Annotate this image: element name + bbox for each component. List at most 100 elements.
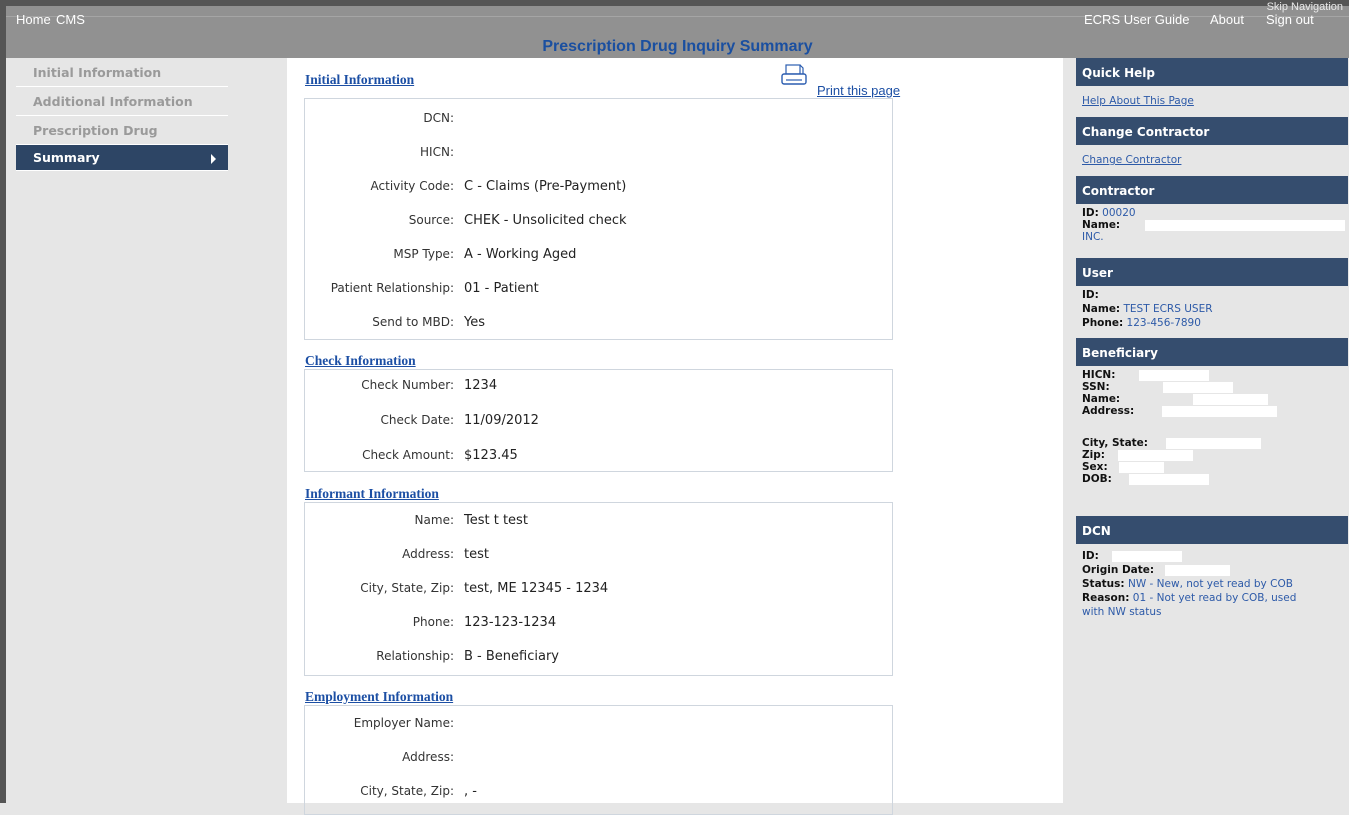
- field-value: Test t test: [464, 513, 528, 528]
- redacted-value: [1166, 437, 1262, 449]
- field-label: City, State, Zip:: [360, 581, 454, 595]
- page-title: Prescription Drug Inquiry Summary: [542, 38, 813, 55]
- beneficiary-hicn-label: HICN:: [1082, 369, 1116, 381]
- field-value: CHEK - Unsolicited check: [464, 213, 627, 228]
- cms-link[interactable]: CMS: [56, 12, 85, 27]
- field-label: Source:: [408, 213, 454, 227]
- section-title-initial-information[interactable]: Initial Information: [305, 72, 414, 88]
- contractor-id-label: ID:: [1082, 207, 1099, 219]
- beneficiary-dob-label: DOB:: [1082, 473, 1112, 485]
- field-value: 01 - Patient: [464, 281, 539, 296]
- home-link[interactable]: Home: [16, 12, 51, 27]
- user-phone-label: Phone:: [1082, 317, 1124, 329]
- beneficiary-ssn-label: SSN:: [1082, 381, 1110, 393]
- initial-information-box: DCN: HICN: Activity Code: C - Claims (Pre…: [304, 98, 893, 340]
- field-value: 1234: [464, 378, 498, 393]
- nav-item-initial-information[interactable]: Initial Information: [16, 58, 228, 87]
- dcn-panel: ID: Origin Date: Status: NW - New, not y…: [1076, 544, 1348, 654]
- field-label: Phone:: [412, 615, 454, 629]
- nav-item-additional-information[interactable]: Additional Information: [16, 87, 228, 116]
- left-navigation: Initial Information Additional Informati…: [16, 58, 228, 171]
- field-label: Check Amount:: [362, 448, 454, 462]
- change-contractor-heading: Change Contractor: [1076, 117, 1348, 145]
- skip-navigation-link[interactable]: Skip Navigation: [1267, 1, 1343, 13]
- dcn-id-label: ID:: [1082, 550, 1099, 562]
- field-row-dcn: DCN:: [305, 111, 892, 131]
- field-value: , -: [464, 784, 477, 799]
- contractor-panel: ID: 00020 Name: INC.: [1076, 204, 1348, 258]
- field-row-informant-name: Name: Test t test: [305, 513, 892, 533]
- redacted-value: [1165, 564, 1231, 576]
- dcn-reason-value: 01 - Not yet read by COB, used: [1132, 592, 1297, 604]
- contractor-id-value: 00020: [1102, 207, 1136, 219]
- field-label: Address:: [402, 547, 454, 561]
- user-phone-value: 123-456-7890: [1126, 317, 1201, 329]
- redacted-value: [1145, 219, 1346, 231]
- employment-information-box: Employer Name: Address: City, State, Zip…: [304, 705, 893, 815]
- nav-item-prescription-drug[interactable]: Prescription Drug: [16, 116, 228, 145]
- beneficiary-panel: HICN: SSN: Name: Address: City, State: Z…: [1076, 366, 1348, 516]
- field-value: $123.45: [464, 448, 518, 463]
- help-about-page-link[interactable]: Help About This Page: [1082, 95, 1194, 107]
- beneficiary-name-label: Name:: [1082, 393, 1121, 405]
- beneficiary-address-label: Address:: [1082, 405, 1135, 417]
- header-bar: Home CMS ECRS User Guide About Sign out …: [6, 1, 1349, 58]
- print-page-link[interactable]: Print this page: [817, 83, 900, 98]
- field-row-hicn: HICN:: [305, 145, 892, 165]
- beneficiary-sex-label: Sex:: [1082, 461, 1108, 473]
- chevron-right-icon: [211, 154, 216, 164]
- redacted-value: [1162, 381, 1233, 393]
- about-link[interactable]: About: [1210, 12, 1244, 27]
- field-value: test, ME 12345 - 1234: [464, 581, 609, 596]
- user-name-label: Name:: [1082, 303, 1121, 315]
- redacted-value: [1118, 449, 1194, 461]
- nav-item-label: Additional Information: [33, 94, 193, 109]
- beneficiary-zip-label: Zip:: [1082, 449, 1105, 461]
- user-name-value: TEST ECRS USER: [1123, 303, 1213, 315]
- nav-item-summary[interactable]: Summary: [16, 145, 228, 171]
- field-row-source: Source: CHEK - Unsolicited check: [305, 213, 892, 233]
- right-sidebar: Quick Help Help About This Page Change C…: [1076, 58, 1348, 654]
- field-label: Check Date:: [380, 413, 454, 427]
- change-contractor-panel: Change Contractor: [1076, 145, 1348, 176]
- sign-out-link[interactable]: Sign out: [1266, 12, 1314, 27]
- check-information-box: Check Number: 1234 Check Date: 11/09/2012 …: [304, 369, 893, 472]
- field-label: Relationship:: [376, 649, 454, 663]
- user-guide-link[interactable]: ECRS User Guide: [1084, 12, 1189, 27]
- section-title-check-information[interactable]: Check Information: [305, 353, 416, 369]
- field-row-check-amount: Check Amount: $123.45: [305, 448, 892, 468]
- dcn-reason-label: Reason:: [1082, 592, 1130, 604]
- redacted-value: [1119, 461, 1164, 473]
- nav-item-label: Summary: [33, 150, 100, 165]
- section-title-employment-information[interactable]: Employment Information: [305, 689, 453, 705]
- field-row-check-date: Check Date: 11/09/2012: [305, 413, 892, 433]
- user-panel: ID: Name: TEST ECRS USER Phone: 123-456-…: [1076, 286, 1348, 338]
- redacted-value: [1129, 473, 1210, 485]
- change-contractor-link[interactable]: Change Contractor: [1082, 154, 1181, 166]
- informant-information-box: Name: Test t test Address: test City, Stat…: [304, 502, 893, 676]
- field-label: Name:: [414, 513, 454, 527]
- printer-icon[interactable]: [781, 64, 807, 88]
- field-row-employer-city-state-zip: City, State, Zip: , -: [305, 784, 892, 804]
- user-id-label: ID:: [1082, 289, 1099, 301]
- field-label: Address:: [402, 750, 454, 764]
- field-label: Send to MBD:: [372, 315, 454, 329]
- redacted-value: [1138, 369, 1209, 381]
- quick-help-heading: Quick Help: [1076, 58, 1348, 86]
- field-value: 123-123-1234: [464, 615, 557, 630]
- field-row-check-number: Check Number: 1234: [305, 378, 892, 398]
- field-label: City, State, Zip:: [360, 784, 454, 798]
- redacted-value: [1161, 405, 1277, 417]
- field-label: Patient Relationship:: [330, 281, 454, 295]
- beneficiary-heading: Beneficiary: [1076, 338, 1348, 366]
- field-value: 11/09/2012: [464, 413, 539, 428]
- section-title-informant-information[interactable]: Informant Information: [305, 486, 439, 502]
- field-value: A - Working Aged: [464, 247, 577, 262]
- field-value: Yes: [464, 315, 485, 330]
- main-content: Print this page Initial Information DCN:…: [287, 58, 1063, 815]
- beneficiary-city-state-label: City, State:: [1082, 437, 1149, 449]
- field-value: B - Beneficiary: [464, 649, 559, 664]
- field-label: MSP Type:: [393, 247, 454, 261]
- field-row-informant-relationship: Relationship: B - Beneficiary: [305, 649, 892, 669]
- redacted-value: [1193, 393, 1269, 405]
